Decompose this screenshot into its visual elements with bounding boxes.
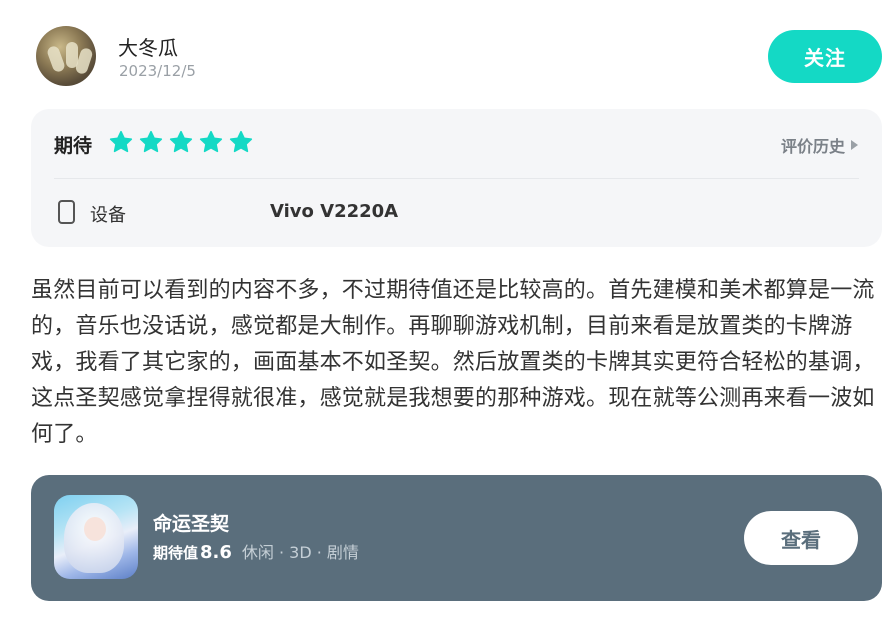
review-text: 虽然目前可以看到的内容不多，不过期待值还是比较高的。首先建模和美术都算是一流的，… [31, 278, 875, 447]
avatar-detail [45, 44, 67, 74]
triangle-right-icon [851, 140, 858, 150]
game-meta: 期待值 8.6 休闲 · 3D · 剧情 [153, 539, 359, 563]
divider [54, 178, 859, 179]
device-value: Vivo V2220A [270, 201, 399, 222]
phone-icon [58, 200, 75, 224]
post-date: 2023/12/5 [119, 62, 196, 80]
rating-history-link[interactable]: 评价历史 [781, 133, 858, 157]
rating-label: 期待 [54, 135, 93, 157]
game-title[interactable]: 命运圣契 [153, 509, 229, 536]
review-page: 大冬瓜 2023/12/5 关注 期待 评价历史 设备 Vivo V2220A … [0, 0, 895, 637]
rating-history-label: 评价历史 [780, 137, 845, 156]
star-icon [199, 130, 223, 153]
game-icon[interactable] [54, 495, 138, 579]
star-icon [229, 130, 253, 153]
star-icon [109, 130, 133, 153]
game-card[interactable]: 命运圣契 期待值 8.6 休闲 · 3D · 剧情 查看 [31, 475, 882, 601]
device-label: 设备 [90, 205, 126, 226]
rating-card: 期待 评价历史 设备 Vivo V2220A [31, 109, 882, 247]
view-button[interactable]: 查看 [744, 511, 858, 565]
game-icon-art [84, 517, 106, 541]
user-name[interactable]: 大冬瓜 [118, 32, 178, 61]
follow-button[interactable]: 关注 [768, 30, 882, 83]
user-avatar[interactable] [36, 26, 96, 86]
star-icon [139, 130, 163, 153]
game-tags: 休闲 · 3D · 剧情 [241, 543, 359, 562]
expect-label: 期待值 [153, 544, 199, 562]
expect-value: 8.6 [200, 542, 232, 563]
star-rating [108, 129, 254, 155]
star-icon [169, 130, 193, 153]
